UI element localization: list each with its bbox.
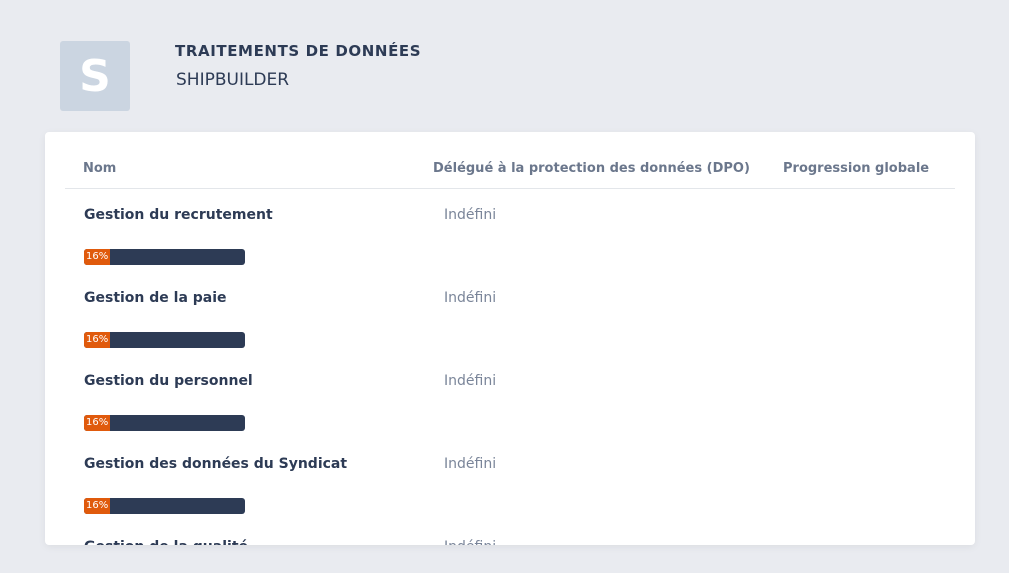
organization-logo: S [60, 41, 130, 111]
processing-table-card: Nom Délégué à la protection des données … [45, 132, 975, 545]
dpo-value: Indéfini [444, 539, 496, 545]
table-row[interactable]: Gestion des données du Syndicat Indéfini 1… [45, 381, 975, 514]
table-row[interactable]: Gestion de la paie Indéfini 16% [45, 215, 975, 348]
processing-name[interactable]: Gestion de la qualité [84, 539, 248, 545]
page-title: TRAITEMENTS DE DONNÉES [175, 42, 422, 60]
table-row[interactable]: Gestion du personnel Indéfini 16% [45, 298, 975, 431]
logo-letter: S [79, 50, 111, 102]
table-row[interactable]: Gestion de la qualitéIndéfini16% [45, 464, 975, 545]
organization-name: SHIPBUILDER [176, 70, 290, 90]
table-row[interactable]: Gestion du recrutement Indéfini 16% [45, 132, 975, 265]
